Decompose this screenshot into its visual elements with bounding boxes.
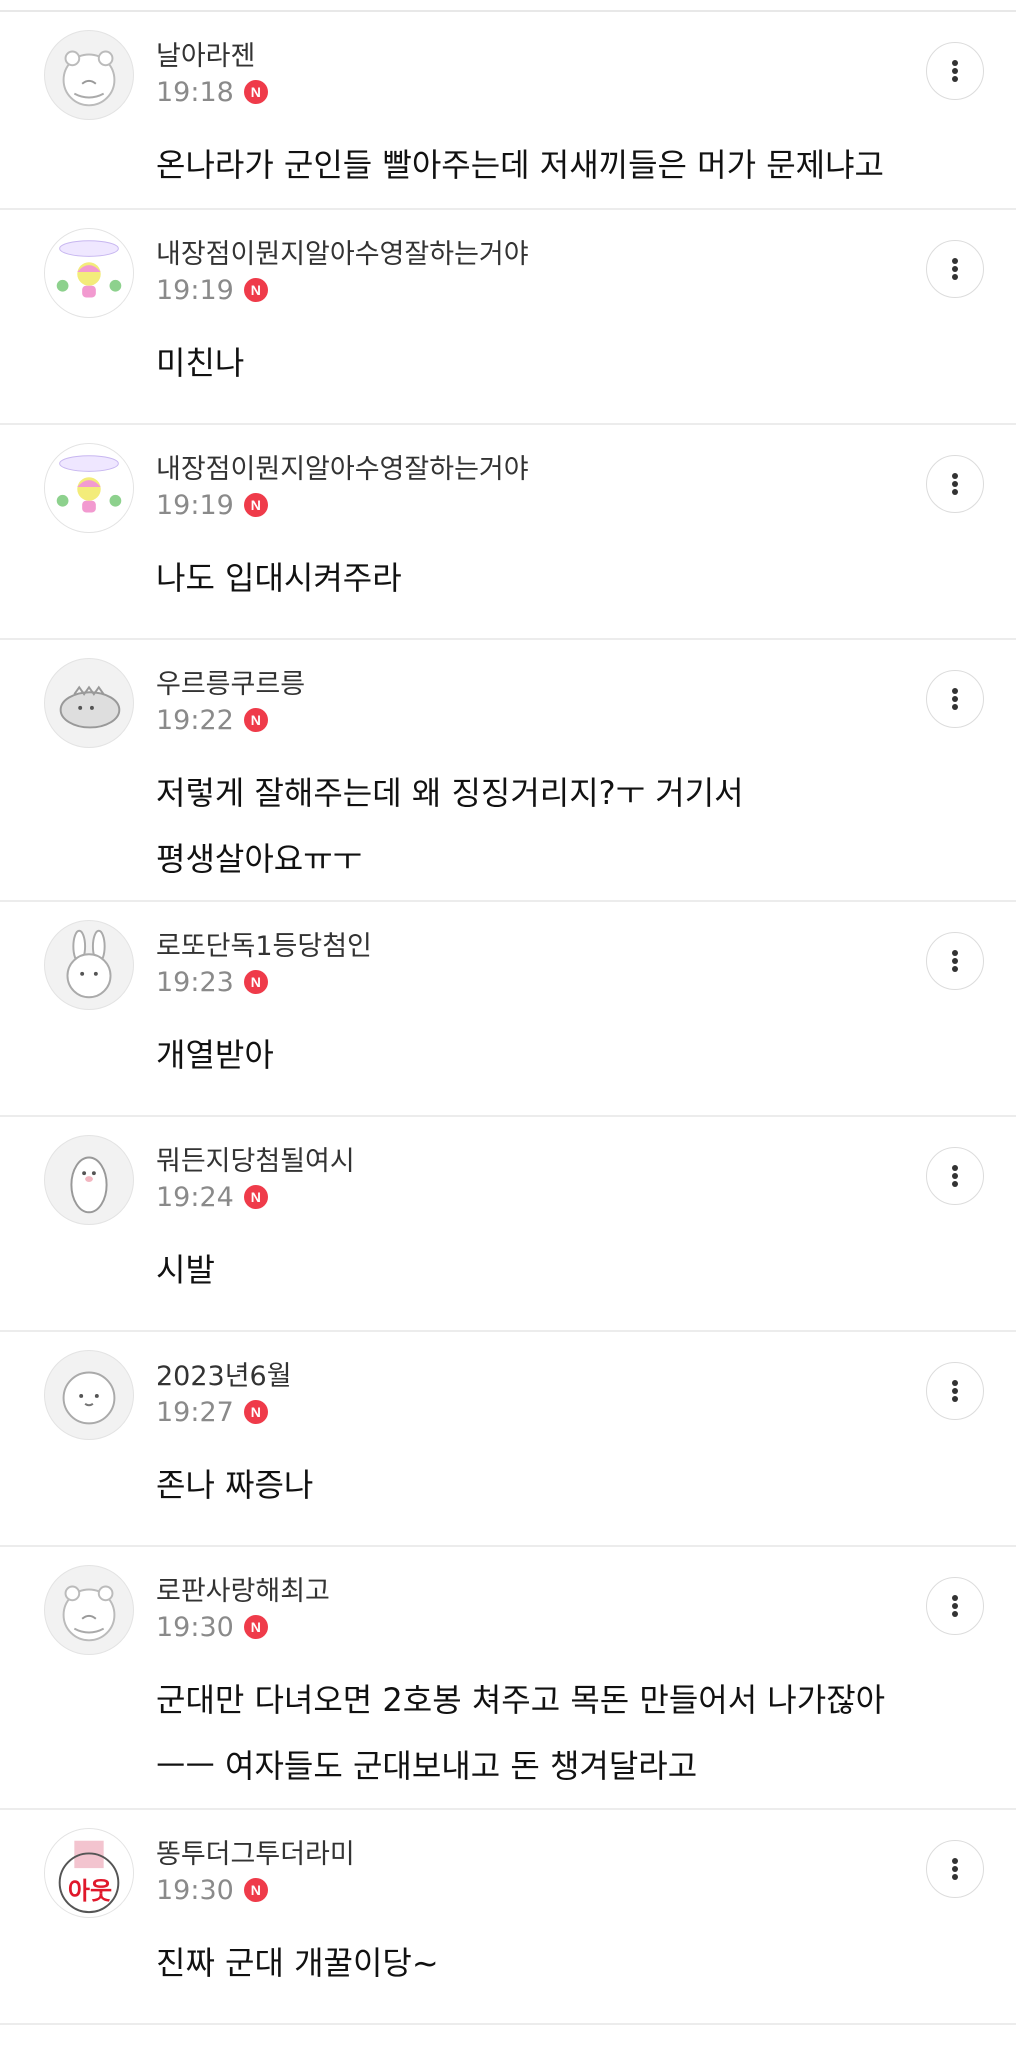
- comment-text: 진짜 군대 개꿀이당~: [156, 1944, 439, 1982]
- comment-text-value: 시발: [156, 1251, 215, 1289]
- more-options-button[interactable]: [926, 932, 984, 990]
- comment-item: 2023년6월 19:27 N 존나 짜증나: [0, 1332, 1016, 1547]
- comment-username[interactable]: 똥투더그투더라미: [156, 1832, 355, 1871]
- comment-item: 내장점이뭔지알아수영잘하는거야 19:19 N 나도 입대시켜주라: [0, 425, 1016, 640]
- new-badge: N: [243, 1400, 268, 1424]
- more-vertical-icon: [952, 1380, 958, 1402]
- comment-text-line: 평생살아요ㅠㅜ: [156, 840, 363, 878]
- comment-time: 19:19: [156, 274, 234, 306]
- comment-text: 저렇게 잘해주는데 왜 징징거리지?ㅜ 거기서 평생살아요ㅠㅜ: [156, 760, 744, 892]
- new-badge: N: [243, 970, 268, 994]
- comment-text: 개열받아: [156, 1036, 274, 1074]
- comment-time: 19:30: [156, 1611, 234, 1643]
- comment-text: 존나 짜증나: [156, 1452, 313, 1518]
- comment-time: 19:27: [156, 1396, 234, 1428]
- comment-text: 온나라가 군인들 빨아주는데 저새끼들은 머가 문제냐고: [156, 146, 884, 184]
- more-vertical-icon: [952, 473, 958, 495]
- comment-meta: 19:30 N: [156, 1609, 268, 1645]
- more-vertical-icon: [952, 1165, 958, 1187]
- comment-meta: 19:23 N: [156, 964, 268, 1000]
- more-vertical-icon: [952, 1595, 958, 1617]
- more-options-button[interactable]: [926, 1147, 984, 1205]
- rabbit-avatar[interactable]: [44, 920, 134, 1010]
- more-options-button[interactable]: [926, 1362, 984, 1420]
- comment-item: 우르릉쿠르릉 19:22 N 저렇게 잘해주는데 왜 징징거리지?ㅜ 거기서 평…: [0, 640, 1016, 902]
- more-vertical-icon: [952, 688, 958, 710]
- new-badge: N: [243, 493, 268, 517]
- comment-username[interactable]: 2023년6월: [156, 1354, 292, 1393]
- more-options-button[interactable]: [926, 1577, 984, 1635]
- hamster-avatar[interactable]: [44, 30, 134, 120]
- comment-meta: 19:22 N: [156, 702, 268, 738]
- comment-time: 19:18: [156, 76, 234, 108]
- comment-username[interactable]: 날아라젠: [156, 34, 255, 73]
- avatar-text: 아웃: [67, 1877, 113, 1905]
- more-options-button[interactable]: [926, 1840, 984, 1898]
- comment-username[interactable]: 내장점이뭔지알아수영잘하는거야: [156, 447, 529, 486]
- comment-username[interactable]: 로판사랑해최고: [156, 1569, 330, 1608]
- comment-meta: 19:30 N: [156, 1872, 268, 1908]
- comment-time: 19:22: [156, 704, 234, 736]
- comment-text: 시발: [156, 1237, 215, 1303]
- hamster-avatar[interactable]: [44, 1565, 134, 1655]
- new-badge: N: [243, 278, 268, 302]
- comment-text: 나도 입대시켜주라: [156, 559, 402, 597]
- comment-text: 미친나: [156, 330, 244, 396]
- pink-character-avatar[interactable]: [44, 228, 134, 318]
- comment-item: 아웃 똥투더그투더라미 19:30 N 진짜 군대 개꿀이당~: [0, 1810, 1016, 2025]
- comment-username[interactable]: 뭐든지당첨될여시: [156, 1139, 355, 1178]
- new-badge: N: [243, 80, 268, 104]
- more-vertical-icon: [952, 258, 958, 280]
- more-vertical-icon: [952, 1858, 958, 1880]
- more-options-button[interactable]: [926, 42, 984, 100]
- dinosaur-avatar[interactable]: [44, 658, 134, 748]
- comment-item: 날아라젠 19:18 N 온나라가 군인들 빨아주는데 저새끼들은 머가 문제냐…: [0, 12, 1016, 210]
- comment-username[interactable]: 우르릉쿠르릉: [156, 662, 305, 701]
- comment-meta: 19:19 N: [156, 272, 268, 308]
- comment-text-value: 미친나: [156, 344, 245, 382]
- round-face-avatar[interactable]: [44, 1350, 134, 1440]
- more-vertical-icon: [952, 950, 958, 972]
- ayo-text-avatar[interactable]: 아웃: [44, 1828, 134, 1918]
- penguin-avatar[interactable]: [44, 1135, 134, 1225]
- comment-meta: 19:18 N: [156, 74, 268, 110]
- comment-item: 로또단독1등당첨인 19:23 N 개열받아: [0, 902, 1016, 1117]
- comment-text-line: ㅡㅡ 여자들도 군대보내고 돈 챙겨달라고: [156, 1747, 698, 1785]
- new-badge: N: [243, 1878, 268, 1902]
- comment-time: 19:24: [156, 1181, 234, 1213]
- comment-text-line: 군대만 다녀오면 2호봉 쳐주고 목돈 만들어서 나가잖아: [156, 1681, 886, 1719]
- comment-time: 19:30: [156, 1874, 234, 1906]
- comment-username[interactable]: 내장점이뭔지알아수영잘하는거야: [156, 232, 529, 271]
- comment-meta: 19:19 N: [156, 487, 268, 523]
- comment-text-line: 저렇게 잘해주는데 왜 징징거리지?ㅜ 거기서: [156, 774, 744, 812]
- comment-item: 내장점이뭔지알아수영잘하는거야 19:19 N 미친나: [0, 210, 1016, 425]
- comment-text-value: 존나 짜증나: [156, 1466, 314, 1504]
- comment-item: 로판사랑해최고 19:30 N 군대만 다녀오면 2호봉 쳐주고 목돈 만들어서…: [0, 1547, 1016, 1810]
- comment-meta: 19:27 N: [156, 1394, 268, 1430]
- comment-time: 19:23: [156, 966, 234, 998]
- comment-username[interactable]: 로또단독1등당첨인: [156, 924, 372, 963]
- more-options-button[interactable]: [926, 240, 984, 298]
- comment-item: 뭐든지당첨될여시 19:24 N 시발: [0, 1117, 1016, 1332]
- comment-meta: 19:24 N: [156, 1179, 268, 1215]
- more-vertical-icon: [952, 60, 958, 82]
- new-badge: N: [243, 1615, 268, 1639]
- more-options-button[interactable]: [926, 455, 984, 513]
- new-badge: N: [243, 1185, 268, 1209]
- pink-character-avatar[interactable]: [44, 443, 134, 533]
- new-badge: N: [243, 708, 268, 732]
- comment-time: 19:19: [156, 489, 234, 521]
- comment-text: 군대만 다녀오면 2호봉 쳐주고 목돈 만들어서 나가잖아 ㅡㅡ 여자들도 군대…: [156, 1667, 885, 1799]
- more-options-button[interactable]: [926, 670, 984, 728]
